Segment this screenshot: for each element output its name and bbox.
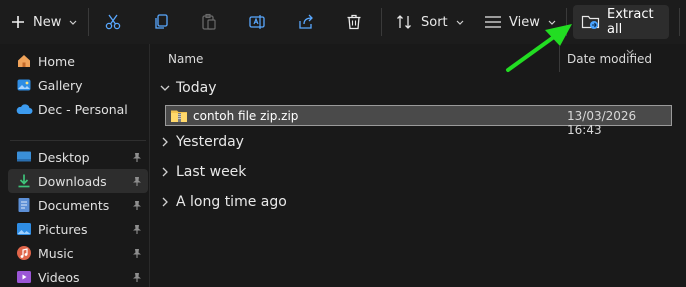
sidebar-item-label: Home xyxy=(38,53,75,69)
chevron-down-icon xyxy=(69,15,77,30)
file-name: contoh file zip.zip xyxy=(193,108,299,123)
sort-button[interactable]: Sort xyxy=(396,0,464,44)
pictures-icon xyxy=(14,219,34,239)
delete-icon xyxy=(345,13,363,31)
group-label: Last week xyxy=(176,164,247,180)
delete-button[interactable] xyxy=(345,0,363,44)
extract-all-label: Extract all xyxy=(607,7,654,37)
sidebar-item-downloads[interactable]: Downloads xyxy=(8,169,148,193)
pin-icon[interactable] xyxy=(132,199,142,214)
cloud-icon xyxy=(14,99,34,119)
sidebar-item-videos[interactable]: Videos xyxy=(8,265,148,287)
cut-icon xyxy=(104,13,122,31)
pin-icon[interactable] xyxy=(132,223,142,238)
chevron-right-icon xyxy=(159,137,171,147)
column-header-date-modified[interactable]: Date modified xyxy=(567,52,652,66)
sidebar-item-gallery[interactable]: Gallery xyxy=(8,73,148,97)
sidebar-item-label: Videos xyxy=(38,269,80,285)
file-date-modified: 13/03/2026 16:43 xyxy=(567,109,637,137)
view-button-label: View xyxy=(509,14,540,30)
toolbar-divider xyxy=(88,8,89,36)
chevron-right-icon xyxy=(159,167,171,177)
new-button-label: New xyxy=(33,14,62,30)
extract-all-button[interactable]: Extract all xyxy=(573,5,669,39)
command-bar: New Sort View Extract all xyxy=(0,0,686,44)
download-icon xyxy=(14,171,34,191)
group-header-today[interactable]: Today xyxy=(159,76,217,100)
toolbar-divider xyxy=(566,8,567,36)
gallery-icon xyxy=(14,75,34,95)
sidebar-item-documents[interactable]: Documents xyxy=(8,193,148,217)
sort-button-label: Sort xyxy=(421,14,448,30)
share-button[interactable] xyxy=(297,0,315,44)
paste-icon xyxy=(200,13,218,31)
sidebar-item-label: Gallery xyxy=(38,77,83,93)
desktop-icon xyxy=(14,147,34,167)
music-icon xyxy=(14,243,34,263)
chevron-right-icon xyxy=(159,197,171,207)
home-icon xyxy=(14,51,34,71)
sort-icon xyxy=(396,14,414,30)
column-divider[interactable] xyxy=(559,46,560,72)
chevron-down-icon xyxy=(548,15,556,30)
zip-folder-icon xyxy=(170,108,188,124)
sidebar-item-label: Pictures xyxy=(38,221,88,237)
sidebar-item-label: Documents xyxy=(38,197,110,213)
sidebar-item-label: Desktop xyxy=(38,149,90,165)
view-button[interactable]: View xyxy=(484,0,556,44)
navigation-pane: Home Gallery Dec - Personal Desktop Down… xyxy=(0,44,150,287)
column-header-name[interactable]: Name xyxy=(168,52,203,66)
group-header-yesterday[interactable]: Yesterday xyxy=(159,130,244,154)
cut-button[interactable] xyxy=(104,0,122,44)
copy-icon xyxy=(152,13,170,31)
column-headers: Name Date modified xyxy=(151,44,686,72)
pin-icon[interactable] xyxy=(132,247,142,262)
rename-icon xyxy=(248,13,266,31)
extract-folder-icon xyxy=(581,13,601,31)
sidebar-item-onedrive[interactable]: Dec - Personal xyxy=(8,97,148,121)
chevron-down-icon xyxy=(456,15,464,30)
rename-button[interactable] xyxy=(248,0,266,44)
group-header-last-week[interactable]: Last week xyxy=(159,160,246,184)
sidebar-item-label: Downloads xyxy=(38,173,107,189)
view-icon xyxy=(484,15,502,29)
toolbar-divider xyxy=(381,8,382,36)
plus-icon xyxy=(10,14,26,30)
pin-icon[interactable] xyxy=(132,271,142,286)
sidebar-item-label: Music xyxy=(38,245,74,261)
toolbar-divider xyxy=(679,8,680,36)
pin-icon[interactable] xyxy=(132,151,142,166)
copy-button[interactable] xyxy=(152,0,170,44)
group-label: A long time ago xyxy=(176,194,287,210)
sidebar-divider xyxy=(10,140,146,141)
sidebar-item-desktop[interactable]: Desktop xyxy=(8,145,148,169)
file-row[interactable]: contoh file zip.zip 13/03/2026 16:43 xyxy=(165,105,672,137)
chevron-down-icon xyxy=(159,85,171,92)
documents-icon xyxy=(14,195,34,215)
paste-button[interactable] xyxy=(200,0,218,44)
sidebar-item-home[interactable]: Home xyxy=(8,49,148,73)
sidebar-item-pictures[interactable]: Pictures xyxy=(8,217,148,241)
sidebar-item-music[interactable]: Music xyxy=(8,241,148,265)
share-icon xyxy=(297,13,315,31)
videos-icon xyxy=(14,267,34,287)
new-button[interactable]: New xyxy=(10,0,77,44)
group-label: Yesterday xyxy=(176,134,244,150)
group-label: Today xyxy=(176,80,217,96)
group-header-long-ago[interactable]: A long time ago xyxy=(159,190,287,214)
file-list: Name Date modified Today contoh file zip… xyxy=(151,44,686,287)
pin-icon[interactable] xyxy=(132,175,142,190)
sidebar-item-label: Dec - Personal xyxy=(38,101,128,117)
